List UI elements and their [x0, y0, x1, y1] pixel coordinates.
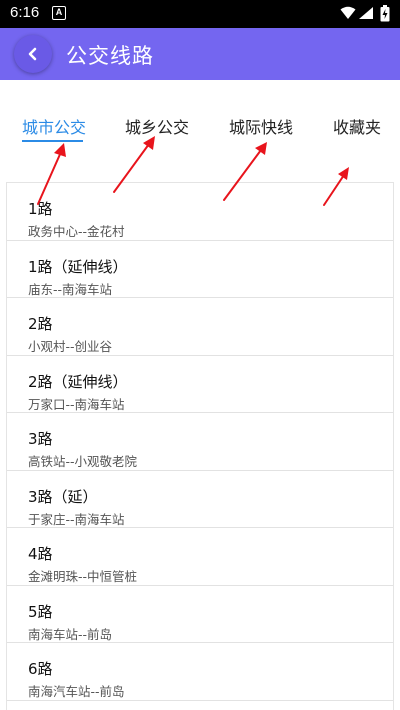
route-stops: 于家庄--南海车站 — [28, 511, 125, 527]
tab-intercity-express[interactable]: 城际快线 — [229, 114, 293, 138]
route-stops: 南海车站--前岛 — [28, 626, 113, 642]
route-stops: 高铁站--小观敬老院 — [28, 454, 138, 469]
wifi-icon — [340, 6, 356, 19]
route-stops: 庙东--南海车站 — [28, 281, 113, 297]
tab-city-bus[interactable]: 城市公交 — [22, 114, 86, 138]
route-stops: 政务中心--金花村 — [28, 224, 125, 239]
status-bar: 6:16 A — [0, 0, 400, 28]
tab-bar: 城市公交 城乡公交 城际快线 收藏夹 — [0, 80, 400, 176]
back-button[interactable] — [14, 35, 52, 73]
route-name: 1路（延伸线） — [28, 257, 128, 276]
tab-rural-bus[interactable]: 城乡公交 — [125, 114, 189, 138]
list-item[interactable]: 3路（延） 于家庄--南海车站 — [7, 471, 393, 528]
list-item[interactable]: 2路（延伸线） 万家口--南海车站 — [7, 356, 393, 413]
route-stops: 金滩明珠--中恒管桩 — [28, 569, 138, 584]
app-bar: 公交线路 — [0, 28, 400, 80]
active-tab-indicator — [22, 140, 83, 142]
route-name: 6路 — [28, 660, 53, 678]
route-stops: 小观村--创业谷 — [28, 339, 113, 354]
list-item[interactable]: 5路 南海车站--前岛 — [7, 586, 393, 643]
chevron-left-icon — [28, 47, 37, 61]
battery-icon — [380, 5, 390, 22]
list-item[interactable]: 6路 南海汽车站--前岛 — [7, 643, 393, 701]
page-title: 公交线路 — [66, 44, 154, 68]
route-name: 2路（延伸线） — [28, 372, 128, 391]
route-name: 1路 — [28, 200, 53, 218]
route-list[interactable]: 1路 政务中心--金花村 1路（延伸线） 庙东--南海车站 2路 小观村--创业… — [6, 182, 394, 710]
route-stops: 南海汽车站--前岛 — [28, 684, 125, 699]
status-time: 6:16 — [10, 4, 40, 21]
route-stops: 万家口--南海车站 — [28, 396, 125, 412]
list-item[interactable]: 3路 高铁站--小观敬老院 — [7, 413, 393, 471]
notification-icon: A — [52, 6, 66, 20]
route-name: 3路 — [28, 430, 53, 448]
route-name: 2路 — [28, 315, 53, 333]
tab-favorites[interactable]: 收藏夹 — [333, 114, 381, 138]
route-name: 4路 — [28, 545, 53, 563]
list-item[interactable]: 1路（延伸线） 庙东--南海车站 — [7, 241, 393, 298]
route-name: 5路 — [28, 602, 53, 621]
list-item[interactable]: 1路 政务中心--金花村 — [7, 183, 393, 241]
list-item[interactable]: 4路 金滩明珠--中恒管桩 — [7, 528, 393, 586]
signal-icon — [359, 7, 373, 19]
list-item[interactable]: 2路 小观村--创业谷 — [7, 298, 393, 356]
route-name: 3路（延） — [28, 487, 98, 506]
